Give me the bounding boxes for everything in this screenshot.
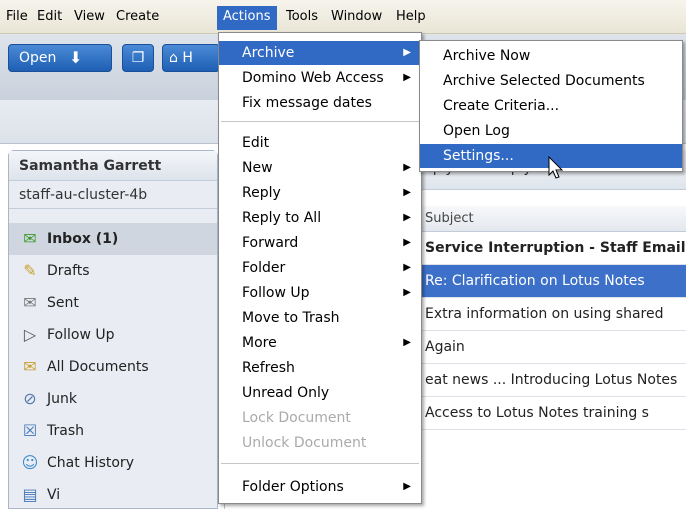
menu-item-unread-only[interactable]: Unread Only xyxy=(219,381,421,405)
submenu-arrow-icon: ▶ xyxy=(403,287,411,298)
views-icon: ▤ xyxy=(22,485,38,504)
submenu-arrow-icon: ▶ xyxy=(403,212,411,223)
menu-window[interactable]: Window xyxy=(331,9,382,25)
sidebar-item-drafts[interactable]: ✎ Drafts xyxy=(9,255,217,287)
menu-item-label: Unlock Document xyxy=(242,435,367,451)
submenu-arrow-icon: ▶ xyxy=(403,237,411,248)
archive-submenu: Archive Now Archive Selected Documents C… xyxy=(419,40,683,172)
sidebar-item-chat-history[interactable]: ☺ Chat History xyxy=(9,447,217,479)
menu-item-label: Reply xyxy=(242,185,281,201)
menu-item-unlock-document: Unlock Document xyxy=(219,431,421,455)
flag-icon: ▷ xyxy=(23,325,37,344)
menu-item-label: Domino Web Access xyxy=(242,70,384,86)
sidebar-item-follow-up[interactable]: ▷ Follow Up xyxy=(9,319,217,351)
menu-item-label: Folder Options xyxy=(242,479,344,495)
menu-item-archive[interactable]: Archive ▶ xyxy=(219,41,421,65)
menu-item-refresh[interactable]: Refresh xyxy=(219,356,421,380)
menu-separator xyxy=(221,121,419,122)
drafts-icon: ✎ xyxy=(23,261,37,280)
menu-bar: File Edit View Create Actions Tools Wind… xyxy=(0,0,686,34)
menu-item-folder-options[interactable]: Folder Options ▶ xyxy=(219,475,421,499)
open-button[interactable]: Open ⬇ xyxy=(8,44,112,72)
menu-item-archive-now[interactable]: Archive Now xyxy=(420,44,682,68)
home-label: H xyxy=(182,50,193,66)
sidebar-item-junk[interactable]: ⊘ Junk xyxy=(9,383,217,415)
menu-item-label: Fix message dates xyxy=(242,95,372,111)
menu-item-archive-selected[interactable]: Archive Selected Documents xyxy=(420,69,682,93)
sidebar-item-sent[interactable]: ✉ Sent xyxy=(9,287,217,319)
home-icon: ⌂ xyxy=(169,50,178,66)
submenu-arrow-icon: ▶ xyxy=(403,72,411,83)
sidebar-item-inbox[interactable]: ✉ Inbox (1) xyxy=(9,223,217,255)
documents-icon: ✉ xyxy=(23,357,37,376)
sidebar-item-label: Chat History xyxy=(47,455,134,471)
sidebar-item-label: Trash xyxy=(47,423,84,439)
user-name: Samantha Garrett xyxy=(9,151,217,181)
menu-item-domino-web-access[interactable]: Domino Web Access ▶ xyxy=(219,66,421,90)
menu-item-create-criteria[interactable]: Create Criteria... xyxy=(420,94,682,118)
menu-item-move-to-trash[interactable]: Move to Trash xyxy=(219,306,421,330)
submenu-arrow-icon: ▶ xyxy=(403,47,411,58)
submenu-arrow-icon: ▶ xyxy=(403,481,411,492)
menu-item-label: Archive xyxy=(242,45,295,61)
menu-item-label: Refresh xyxy=(242,360,295,376)
menu-view[interactable]: View xyxy=(74,9,105,25)
menu-item-label: Lock Document xyxy=(242,410,351,426)
sidebar-item-label: Follow Up xyxy=(47,327,115,343)
submenu-arrow-icon: ▶ xyxy=(403,337,411,348)
menu-item-label: More xyxy=(242,335,277,351)
menu-item-reply-to-all[interactable]: Reply to All ▶ xyxy=(219,206,421,230)
submenu-arrow-icon: ▶ xyxy=(403,262,411,273)
menu-item-folder[interactable]: Folder ▶ xyxy=(219,256,421,280)
home-button[interactable]: ⌂ H xyxy=(162,44,220,72)
sidebar-item-label: Vi xyxy=(47,487,61,503)
menu-separator xyxy=(221,463,419,464)
menu-item-more[interactable]: More ▶ xyxy=(219,331,421,355)
menu-item-edit[interactable]: Edit xyxy=(219,131,421,155)
menu-item-forward[interactable]: Forward ▶ xyxy=(219,231,421,255)
menu-item-new[interactable]: New ▶ xyxy=(219,156,421,180)
menu-tools[interactable]: Tools xyxy=(286,9,318,25)
open-button-label: Open xyxy=(19,50,57,66)
inbox-icon: ✉ xyxy=(23,229,37,248)
menu-item-lock-document: Lock Document xyxy=(219,406,421,430)
menu-item-label: Move to Trash xyxy=(242,310,340,326)
menu-item-label: New xyxy=(242,160,273,176)
menu-item-label: Unread Only xyxy=(242,385,330,401)
menu-item-fix-message-dates[interactable]: Fix message dates xyxy=(219,91,421,115)
junk-icon: ⊘ xyxy=(23,389,37,408)
menu-item-label: Follow Up xyxy=(242,285,310,301)
sidebar-item-label: Sent xyxy=(47,295,79,311)
window-icon[interactable]: ❐ xyxy=(122,44,154,72)
menu-actions[interactable]: Actions xyxy=(217,6,277,30)
sidebar-item-label: All Documents xyxy=(47,359,149,375)
server-name: staff-au-cluster-4b xyxy=(9,181,217,209)
menu-edit[interactable]: Edit xyxy=(37,9,62,25)
open-arrow-icon: ⬇ xyxy=(69,48,83,67)
menu-create[interactable]: Create xyxy=(116,9,159,25)
actions-menu: Archive ▶ Domino Web Access ▶ Fix messag… xyxy=(218,32,422,504)
menu-file[interactable]: File xyxy=(6,9,28,25)
submenu-arrow-icon: ▶ xyxy=(403,187,411,198)
sidebar-item-trash[interactable]: ☒ Trash xyxy=(9,415,217,447)
sidebar-item-views[interactable]: ▤ Vi xyxy=(9,479,217,510)
menu-item-reply[interactable]: Reply ▶ xyxy=(219,181,421,205)
sent-icon: ✉ xyxy=(23,293,37,312)
sidebar-item-all-documents[interactable]: ✉ All Documents xyxy=(9,351,217,383)
menu-item-label: Forward xyxy=(242,235,299,251)
menu-item-label: Reply to All xyxy=(242,210,322,226)
submenu-arrow-icon: ▶ xyxy=(403,162,411,173)
chat-history-icon: ☺ xyxy=(21,453,39,472)
trash-icon: ☒ xyxy=(22,421,38,440)
mouse-cursor-icon xyxy=(548,156,564,179)
menu-item-open-log[interactable]: Open Log xyxy=(420,119,682,143)
sidebar: Samantha Garrett staff-au-cluster-4b ✉ I… xyxy=(8,150,218,509)
sidebar-item-label: Inbox (1) xyxy=(47,231,119,247)
sidebar-item-label: Drafts xyxy=(47,263,90,279)
menu-item-label: Edit xyxy=(242,135,270,151)
menu-help[interactable]: Help xyxy=(396,9,426,25)
menu-item-follow-up[interactable]: Follow Up ▶ xyxy=(219,281,421,305)
menu-item-label: Folder xyxy=(242,260,286,276)
sidebar-item-label: Junk xyxy=(47,391,77,407)
